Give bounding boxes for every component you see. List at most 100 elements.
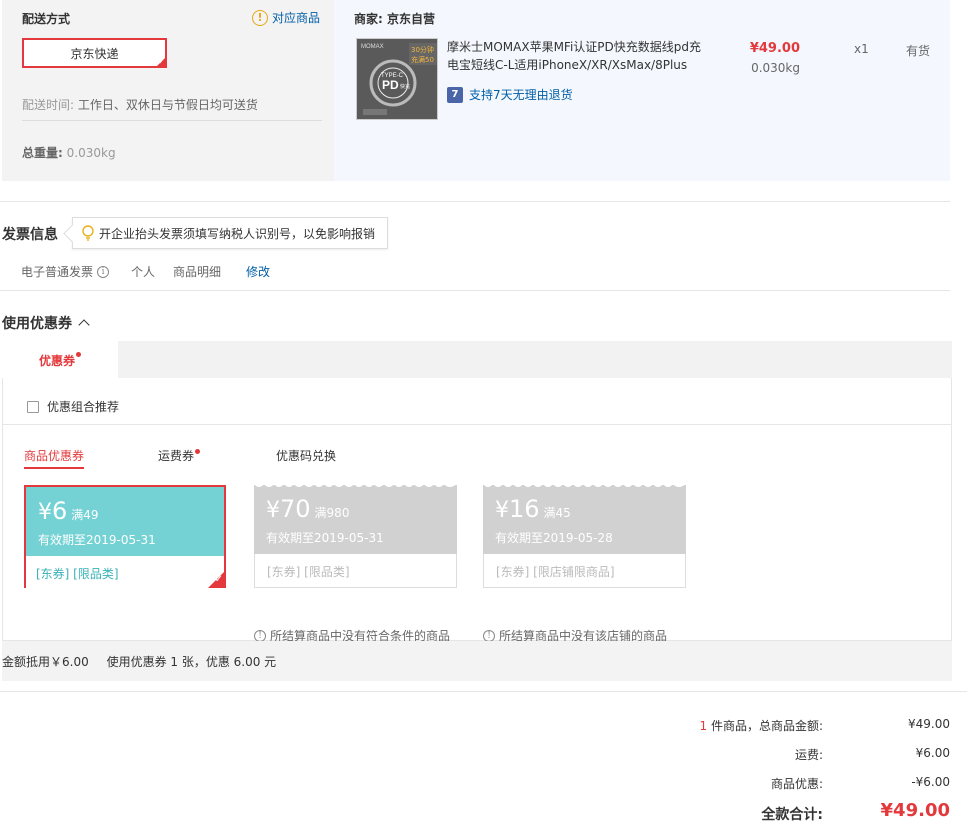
total-weight-value: 0.030kg: [66, 146, 116, 160]
coupon-amount: ¥70 满980: [266, 495, 349, 523]
invoice-type-label: 电子普通发票: [21, 265, 94, 279]
shipping-title: 配送方式: [22, 12, 71, 26]
warning-icon: !: [252, 9, 268, 26]
coupon-summary-amount: 金额抵用￥6.00: [2, 655, 89, 669]
grand-total-label: 全款合计:: [761, 807, 823, 823]
divider: [0, 201, 950, 202]
coupon-panel: 优惠券 优惠组合推荐 商品优惠券 运费券 优惠码兑换 ¥6 满49 有效期至201…: [2, 341, 952, 681]
discount-label: 商品优惠:: [770, 777, 823, 791]
delivery-time: 配送时间: 工作日、双休日与节假日均可送货: [22, 96, 258, 113]
invoice-type: 电子普通发票 i: [21, 263, 110, 280]
total-weight: 总重量: 0.030kg: [22, 144, 116, 161]
coupon-section-toggle[interactable]: 使用优惠券: [2, 313, 90, 333]
info-icon: !: [254, 629, 266, 642]
invoice-title: 发票信息: [2, 227, 58, 243]
shipping-option-jd-express[interactable]: 京东快递 ✓: [22, 38, 167, 68]
coupon-tabbar: [2, 341, 952, 378]
items-amount-label: 件商品，总商品金额:: [710, 719, 823, 733]
coupon-condition: 满45: [543, 506, 571, 520]
tab-coupons[interactable]: 优惠券: [2, 341, 118, 379]
return-7days-icon: 7: [447, 86, 463, 103]
invoice-content: 商品明细: [173, 265, 222, 279]
match-products-label: 对应商品: [272, 11, 321, 25]
image-pd-text: PD: [382, 78, 399, 92]
lightbulb-icon: [82, 225, 94, 241]
total-weight-label: 总重量:: [22, 146, 63, 160]
combo-checkbox[interactable]: [27, 400, 39, 413]
image-brand-text: MOMAX: [361, 44, 384, 50]
coupon-value: 16: [509, 495, 540, 523]
return-policy-label: 支持7天无理由退货: [469, 88, 573, 102]
seller-panel: 商家: 京东自营 MOMAX 30分钟 充满50 TYPE-C PD 快充 摩米…: [334, 0, 950, 181]
invoice-tip-text: 开企业抬头发票须填写纳税人识别号，以免影响报销: [99, 226, 376, 241]
product-quantity: x1: [854, 42, 869, 56]
new-dot-icon: [76, 351, 81, 357]
combo-recommend[interactable]: 优惠组合推荐: [27, 398, 119, 415]
coupon-summary: 金额抵用￥6.00 使用优惠券 1 张，优惠 6.00 元: [2, 641, 952, 681]
freight-label: 运费:: [794, 748, 823, 762]
coupon-tags: [东券] [限品类]: [26, 556, 224, 590]
info-icon: !: [483, 629, 495, 642]
coupon-value: 70: [280, 495, 311, 523]
delivery-time-label: 配送时间:: [22, 98, 75, 112]
image-promo-text-1: 30分钟: [411, 45, 434, 54]
coupon-card-disabled: ¥70 满980 有效期至2019-05-31 [东券] [限品类]: [254, 484, 457, 588]
info-icon[interactable]: i: [97, 265, 110, 278]
match-products-link[interactable]: ! 对应商品: [252, 9, 320, 26]
grand-total-value: ¥49.00: [880, 800, 950, 821]
coupon-card-disabled: ¥16 满45 有效期至2019-05-28 [东券] [限店铺限商品]: [483, 484, 686, 588]
coupon-face: ¥70 满980 有效期至2019-05-31: [254, 484, 457, 554]
divider: [3, 424, 952, 425]
product-name[interactable]: 摩米士MOMAX苹果MFi认证PD快充数据线pd充电宝短线C-L适用iPhone…: [447, 38, 707, 74]
invoice-tip: 开企业抬头发票须填写纳税人识别号，以免影响报销: [72, 217, 388, 249]
product-weight: 0.030kg: [751, 61, 800, 75]
coupon-currency: ¥: [38, 500, 52, 525]
item-count: 1: [699, 719, 708, 733]
coupon-condition: 满49: [71, 508, 99, 522]
coupon-value: 6: [52, 497, 68, 525]
shipping-option-label: 京东快递: [70, 46, 119, 61]
divider: [22, 120, 322, 121]
new-dot-icon: [195, 449, 201, 454]
ticket-edge: [483, 484, 686, 487]
coupon-expiry: 有效期至2019-05-28: [495, 531, 613, 545]
coupon-card[interactable]: ¥6 满49 有效期至2019-05-31 [东券] [限品类] ✓: [24, 485, 226, 590]
coupon-section-title: 使用优惠券: [2, 316, 72, 332]
subtab-freight-label: 运费券: [158, 449, 195, 463]
coupon-face: ¥6 满49 有效期至2019-05-31: [26, 487, 224, 556]
coupon-currency: ¥: [266, 498, 280, 523]
image-fast-text: 快充: [400, 83, 410, 90]
coupon-expiry: 有效期至2019-05-31: [38, 533, 156, 547]
delivery-section: 配送方式 ! 对应商品 京东快递 ✓ 配送时间: 工作日、双休日与节假日均可送货…: [2, 0, 950, 181]
product-stock: 有货: [906, 44, 931, 58]
tab-coupons-label: 优惠券: [38, 353, 75, 368]
coupon-content: 优惠组合推荐 商品优惠券 运费券 优惠码兑换 ¥6 满49 有效期至2019-05…: [2, 378, 952, 643]
divider: [0, 691, 967, 692]
check-icon: ✓: [158, 57, 165, 66]
divider: [0, 290, 950, 291]
subtab-product-coupons[interactable]: 商品优惠券: [24, 447, 85, 469]
invoice-title-type: 个人: [131, 265, 156, 279]
check-icon: ✓: [214, 574, 223, 585]
discount-value: -¥6.00: [911, 775, 950, 789]
subtab-code-redeem[interactable]: 优惠码兑换: [276, 447, 336, 464]
image-promo-text-2: 充满50: [411, 55, 434, 64]
subtab-freight-coupons[interactable]: 运费券: [158, 447, 201, 464]
coupon-condition: 满980: [314, 506, 350, 520]
total-items-label: 1 件商品，总商品金额:: [699, 717, 823, 734]
coupon-expiry: 有效期至2019-05-31: [266, 531, 384, 545]
coupon-tags: [东券] [限店铺限商品]: [483, 554, 686, 588]
combo-label: 优惠组合推荐: [47, 400, 120, 414]
product-price: ¥49.00: [749, 41, 800, 56]
freight-value: ¥6.00: [915, 746, 950, 760]
delivery-time-value: 工作日、双休日与节假日均可送货: [77, 98, 258, 112]
shipping-panel: 配送方式 ! 对应商品 京东快递 ✓ 配送时间: 工作日、双休日与节假日均可送货…: [2, 0, 334, 181]
seller-name: 商家: 京东自营: [354, 12, 435, 26]
coupon-face: ¥16 满45 有效期至2019-05-28: [483, 484, 686, 554]
product-image[interactable]: MOMAX 30分钟 充满50 TYPE-C PD 快充: [356, 38, 438, 120]
coupon-currency: ¥: [495, 498, 509, 523]
return-policy[interactable]: 7 支持7天无理由退货: [447, 86, 573, 103]
invoice-edit-link[interactable]: 修改: [246, 263, 270, 280]
ticket-edge: [254, 484, 457, 487]
coupon-amount: ¥6 满49: [38, 497, 99, 525]
